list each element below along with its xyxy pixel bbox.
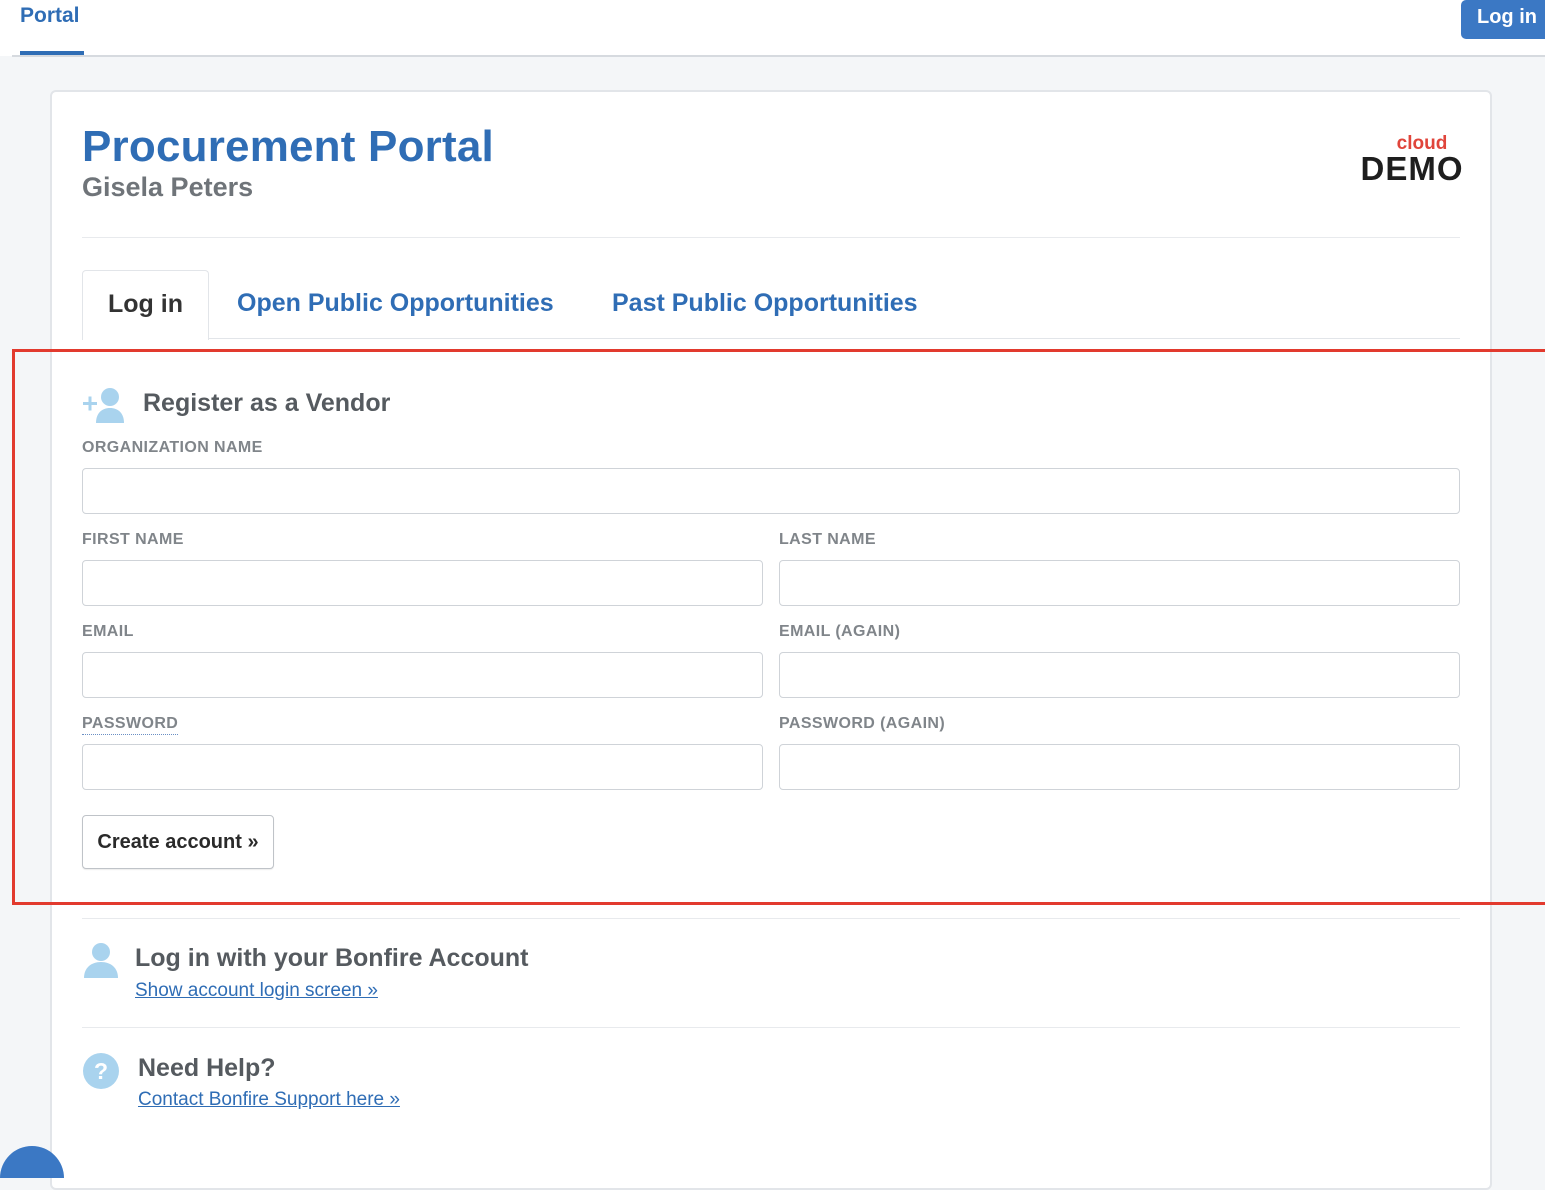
password-again-label: PASSWORD (AGAIN) [779, 715, 946, 732]
password-input[interactable] [82, 744, 763, 790]
last-name-input[interactable] [779, 560, 1460, 606]
password-label[interactable]: PASSWORD [82, 715, 179, 735]
nav-portal-link[interactable]: Portal [20, 4, 80, 28]
header-divider [82, 237, 1460, 238]
show-account-login-link[interactable]: Show account login screen » [135, 980, 378, 1002]
tab-log-in[interactable]: Log in [82, 270, 209, 340]
organization-name-input[interactable] [82, 468, 1460, 514]
register-title: Register as a Vendor [143, 389, 391, 417]
contact-support-link[interactable]: Contact Bonfire Support here » [138, 1089, 400, 1111]
last-name-label: LAST NAME [779, 531, 876, 548]
svg-text:?: ? [94, 1058, 108, 1084]
create-account-button[interactable]: Create account » [82, 815, 274, 869]
email-again-input[interactable] [779, 652, 1460, 698]
first-name-input[interactable] [82, 560, 763, 606]
tab-bar-divider [82, 338, 1460, 339]
tab-open-public-opportunities[interactable]: Open Public Opportunities [237, 289, 554, 318]
email-label: EMAIL [82, 623, 134, 640]
nav-login-button[interactable]: Log in [1461, 0, 1545, 39]
need-help-title: Need Help? [138, 1054, 276, 1082]
top-navigation: Portal Log in [0, 0, 1545, 57]
password-again-input[interactable] [779, 744, 1460, 790]
brand-logo: cloud DEMO [1360, 134, 1464, 187]
first-name-label: FIRST NAME [82, 531, 184, 548]
section-divider [82, 1027, 1460, 1028]
section-divider [82, 918, 1460, 919]
page-title: Procurement Portal [82, 122, 494, 171]
brand-logo-big: DEMO [1360, 150, 1464, 187]
portal-card [50, 90, 1492, 1190]
bonfire-login-title: Log in with your Bonfire Account [135, 944, 529, 972]
tab-past-public-opportunities[interactable]: Past Public Opportunities [612, 289, 918, 318]
organization-name-label: ORGANIZATION NAME [82, 439, 263, 456]
email-input[interactable] [82, 652, 763, 698]
user-icon [84, 943, 118, 978]
help-icon: ? [83, 1053, 119, 1089]
email-again-label: EMAIL (AGAIN) [779, 623, 901, 640]
add-user-icon [83, 388, 124, 423]
page-subtitle: Gisela Peters [82, 172, 254, 202]
nav-divider [12, 55, 1545, 57]
